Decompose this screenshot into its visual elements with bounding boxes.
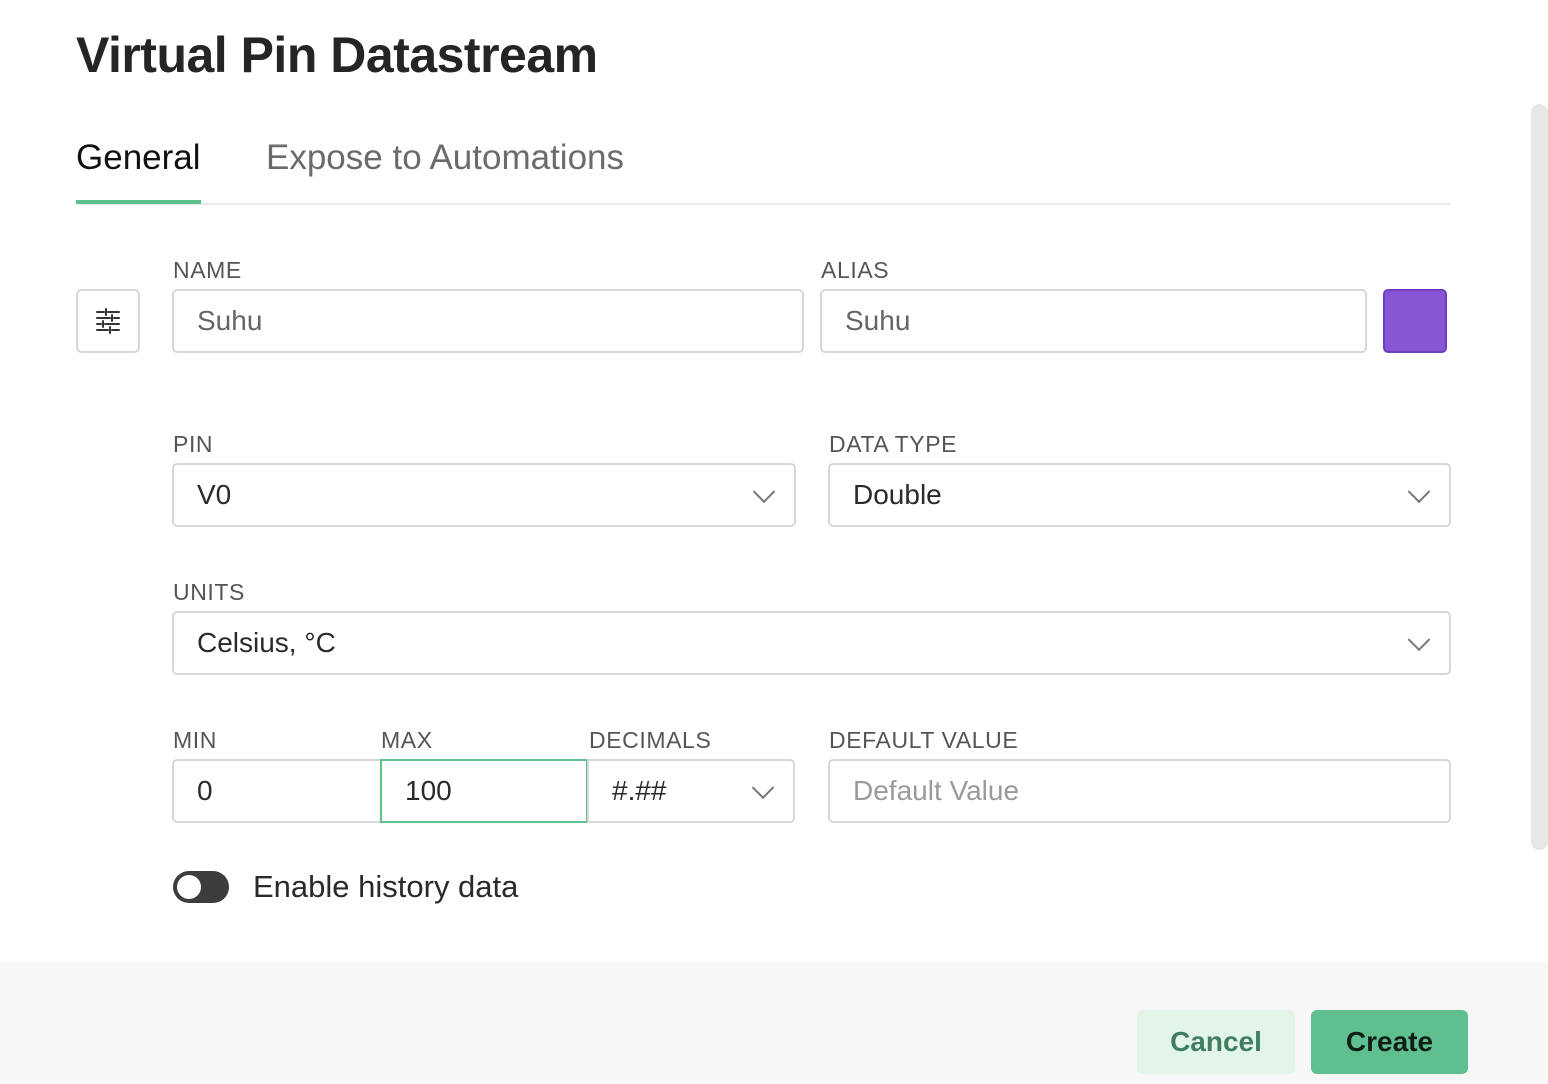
- chevron-down-icon: [751, 776, 775, 800]
- min-value: 0: [197, 775, 213, 806]
- tab-general[interactable]: General: [76, 138, 201, 204]
- toggle-knob: [177, 875, 201, 899]
- decimals-label: DECIMALS: [589, 727, 712, 753]
- datastream-dialog: Virtual Pin Datastream General Expose to…: [0, 0, 1548, 1084]
- default-value-input[interactable]: [828, 759, 1451, 823]
- scrollbar[interactable]: [1531, 104, 1548, 850]
- dialog-footer: Cancel Create: [0, 962, 1548, 1084]
- pin-label: PIN: [173, 431, 214, 457]
- units-select[interactable]: Celsius, °C: [172, 611, 1451, 675]
- max-value: 100: [405, 775, 452, 806]
- tab-bar: General Expose to Automations: [76, 132, 1451, 205]
- max-input[interactable]: 100: [380, 759, 588, 823]
- max-label: MAX: [381, 727, 433, 753]
- alias-input[interactable]: Suhu: [820, 289, 1367, 353]
- name-label: NAME: [173, 257, 242, 283]
- chevron-down-icon: [1407, 628, 1431, 652]
- units-value: Celsius, °C: [197, 627, 336, 658]
- pin-value: V0: [197, 479, 232, 510]
- tab-expose-to-automations[interactable]: Expose to Automations: [266, 138, 624, 178]
- tab-divider: [76, 203, 1451, 205]
- datastream-icon-button[interactable]: [76, 289, 140, 353]
- decimals-value: #.##: [612, 775, 667, 806]
- min-input[interactable]: 0: [172, 759, 382, 823]
- min-label: MIN: [173, 727, 217, 753]
- color-picker-swatch[interactable]: [1383, 289, 1447, 353]
- alias-value: Suhu: [845, 305, 911, 336]
- default-value-label: DEFAULT VALUE: [829, 727, 1019, 753]
- name-input[interactable]: Suhu: [172, 289, 804, 353]
- data-type-select[interactable]: Double: [828, 463, 1451, 527]
- dialog-title: Virtual Pin Datastream: [76, 27, 598, 83]
- data-type-label: DATA TYPE: [829, 431, 958, 457]
- data-type-value: Double: [853, 479, 942, 510]
- decimals-select[interactable]: #.##: [587, 759, 795, 823]
- name-value: Suhu: [197, 305, 263, 336]
- cancel-button[interactable]: Cancel: [1137, 1010, 1295, 1074]
- pin-select[interactable]: V0: [172, 463, 796, 527]
- create-button[interactable]: Create: [1311, 1010, 1468, 1074]
- sliders-icon: [96, 308, 120, 334]
- chevron-down-icon: [752, 480, 776, 504]
- history-toggle[interactable]: [173, 871, 229, 903]
- chevron-down-icon: [1407, 480, 1431, 504]
- alias-label: ALIAS: [821, 257, 890, 283]
- history-toggle-label: Enable history data: [253, 869, 519, 904]
- units-label: UNITS: [173, 579, 245, 605]
